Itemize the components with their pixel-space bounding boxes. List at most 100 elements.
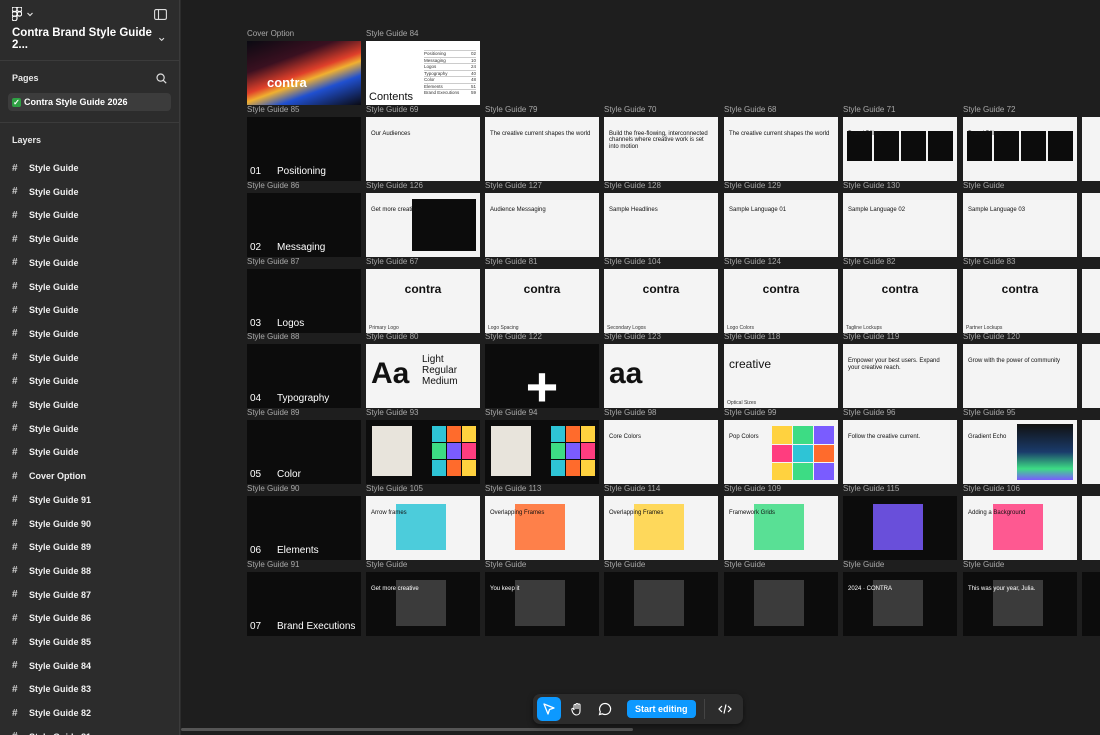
frame-label[interactable]: Cover Option [247, 29, 294, 39]
slide-thumbnail[interactable]: This was your year, Julia. [963, 571, 1077, 636]
slide-thumbnail[interactable]: creative Optical Sizes [724, 344, 838, 409]
layer-item[interactable]: # Style Guide [0, 371, 179, 391]
search-icon[interactable] [156, 72, 167, 84]
section-divider-thumbnail[interactable]: 01 Positioning [247, 117, 361, 181]
section-divider-thumbnail[interactable]: 06 Elements [247, 496, 361, 560]
frame-label[interactable]: Style Guide 90 [247, 484, 299, 494]
slide-thumbnail[interactable]: contra Primary Logo [366, 268, 480, 333]
design-canvas[interactable]: Cover Option contra Style Guide 84 Conte… [181, 0, 1100, 735]
horizontal-scrollbar[interactable] [181, 728, 633, 731]
frame-label[interactable]: Style Guide 98 [604, 408, 656, 418]
layer-item[interactable]: # Style Guide 84 [0, 656, 179, 676]
layer-item[interactable]: # Style Guide 91 [0, 490, 179, 510]
frame-label[interactable]: Style Guide 95 [963, 408, 1015, 418]
frame-label[interactable]: Style Guide 105 [366, 484, 423, 494]
slide-thumbnail[interactable]: Audience Messaging [485, 192, 599, 257]
layer-item[interactable]: # Style Guide [0, 205, 179, 225]
slide-thumbnail[interactable]: Our Audiences [366, 117, 480, 181]
frame-label[interactable]: Style Guide 124 [724, 257, 781, 267]
layer-item[interactable]: # Style Guide [0, 277, 179, 297]
move-tool-button[interactable] [537, 697, 561, 721]
file-name-button[interactable]: Contra Brand Style Guide 2... [0, 27, 179, 51]
frame-label[interactable]: Style Guide 80 [366, 332, 418, 342]
slide-thumbnail[interactable] [366, 420, 480, 485]
frame-label[interactable]: Style Guide 113 [485, 484, 541, 494]
layer-item[interactable]: # Style Guide [0, 182, 179, 202]
frame-label[interactable]: Style Guide 89 [247, 408, 299, 418]
slide-thumbnail[interactable] [604, 571, 718, 636]
frame-label[interactable]: Style Guide 104 [604, 257, 661, 267]
slide-thumbnail[interactable]: 2024 · CONTRA [843, 571, 957, 636]
slide-thumbnail[interactable] [1082, 420, 1100, 485]
layer-item[interactable]: # Style Guide 87 [0, 585, 179, 605]
frame-label[interactable]: Style Guide 127 [485, 181, 542, 191]
slide-thumbnail[interactable]: Get more creative. [366, 192, 480, 257]
cover-option-thumbnail[interactable]: contra [247, 41, 361, 105]
slide-thumbnail[interactable]: Brand Pillars [843, 117, 957, 181]
layer-item[interactable]: # Style Guide 88 [0, 561, 179, 581]
frame-label[interactable]: Style Guide 94 [485, 408, 537, 418]
start-editing-button[interactable]: Start editing [627, 700, 696, 718]
slide-thumbnail[interactable]: Build the free-flowing, interconnected c… [604, 117, 718, 181]
slide-thumbnail[interactable] [1082, 344, 1100, 409]
section-divider-thumbnail[interactable]: 02 Messaging [247, 192, 361, 257]
slide-thumbnail[interactable]: Core Colors [604, 420, 718, 485]
frame-label[interactable]: Style Guide [843, 560, 884, 570]
layer-item[interactable]: # Style Guide 86 [0, 608, 179, 628]
layer-item[interactable]: # Style Guide 83 [0, 679, 179, 699]
main-menu-button[interactable] [12, 7, 34, 21]
frame-label[interactable]: Style Guide [963, 181, 1004, 191]
slide-thumbnail[interactable]: + [485, 344, 599, 409]
frame-label[interactable]: Style Guide 114 [604, 484, 660, 494]
section-divider-thumbnail[interactable]: 03 Logos [247, 268, 361, 333]
layer-item[interactable]: # Style Guide [0, 229, 179, 249]
frame-label[interactable]: Style Guide 70 [604, 105, 656, 115]
layer-item[interactable]: # Style Guide 85 [0, 632, 179, 652]
slide-thumbnail[interactable]: contra Logo Spacing [485, 268, 599, 333]
slide-thumbnail[interactable]: Follow the creative current. [843, 420, 957, 485]
frame-label[interactable]: Style Guide [604, 560, 645, 570]
layer-item[interactable]: # Cover Option [0, 466, 179, 486]
slide-thumbnail[interactable]: aa [604, 344, 718, 409]
layer-item[interactable]: # Style Guide [0, 419, 179, 439]
slide-thumbnail[interactable] [1082, 117, 1100, 181]
slide-thumbnail[interactable]: The creative current shapes the world [724, 117, 838, 181]
slide-thumbnail[interactable] [1082, 192, 1100, 257]
frame-label[interactable]: Style Guide 86 [247, 181, 299, 191]
frame-label[interactable]: Style Guide 79 [485, 105, 537, 115]
frame-label[interactable]: Style Guide 115 [843, 484, 899, 494]
frame-label[interactable]: Style Guide 68 [724, 105, 776, 115]
slide-thumbnail[interactable]: Gradient Echo [963, 420, 1077, 485]
slide-thumbnail[interactable]: Sample Language 03 [963, 192, 1077, 257]
frame-label[interactable]: Style Guide [366, 560, 407, 570]
frame-label[interactable]: Style Guide 99 [724, 408, 776, 418]
slide-thumbnail[interactable]: Sample Language 02 [843, 192, 957, 257]
slide-thumbnail[interactable]: Pop Colors [724, 420, 838, 485]
frame-label[interactable]: Style Guide 119 [843, 332, 899, 342]
slide-thumbnail[interactable]: Brand Pillars [963, 117, 1077, 181]
frame-label[interactable]: Style Guide 93 [366, 408, 418, 418]
frame-label[interactable]: Style Guide 120 [963, 332, 1020, 342]
layer-item[interactable]: # Style Guide [0, 158, 179, 178]
layer-item[interactable]: # Style Guide [0, 395, 179, 415]
frame-label[interactable]: Style Guide 82 [843, 257, 895, 267]
slide-thumbnail[interactable]: Sample Language 01 [724, 192, 838, 257]
toggle-sidebar-icon[interactable] [154, 8, 167, 20]
section-divider-thumbnail[interactable]: 05 Color [247, 420, 361, 485]
slide-thumbnail[interactable]: Framework Grids [724, 496, 838, 560]
frame-label[interactable]: Style Guide 83 [963, 257, 1015, 267]
slide-thumbnail[interactable]: Empower your best users. Expand your cre… [843, 344, 957, 409]
slide-thumbnail[interactable] [1082, 496, 1100, 560]
layer-item[interactable]: # Style Guide [0, 348, 179, 368]
slide-thumbnail[interactable] [1082, 571, 1100, 636]
layer-item[interactable]: # Style Guide 89 [0, 537, 179, 557]
section-divider-thumbnail[interactable]: 07 Brand Executions [247, 571, 361, 636]
frame-label[interactable]: Style Guide 67 [366, 257, 418, 267]
slide-thumbnail[interactable] [1082, 268, 1100, 333]
slide-thumbnail[interactable] [485, 420, 599, 485]
slide-thumbnail[interactable]: Sample Headlines [604, 192, 718, 257]
dev-mode-button[interactable] [713, 697, 737, 721]
slide-thumbnail[interactable]: contra Partner Lockups [963, 268, 1077, 333]
layer-item[interactable]: # Style Guide [0, 300, 179, 320]
slide-thumbnail[interactable]: The creative current shapes the world [485, 117, 599, 181]
